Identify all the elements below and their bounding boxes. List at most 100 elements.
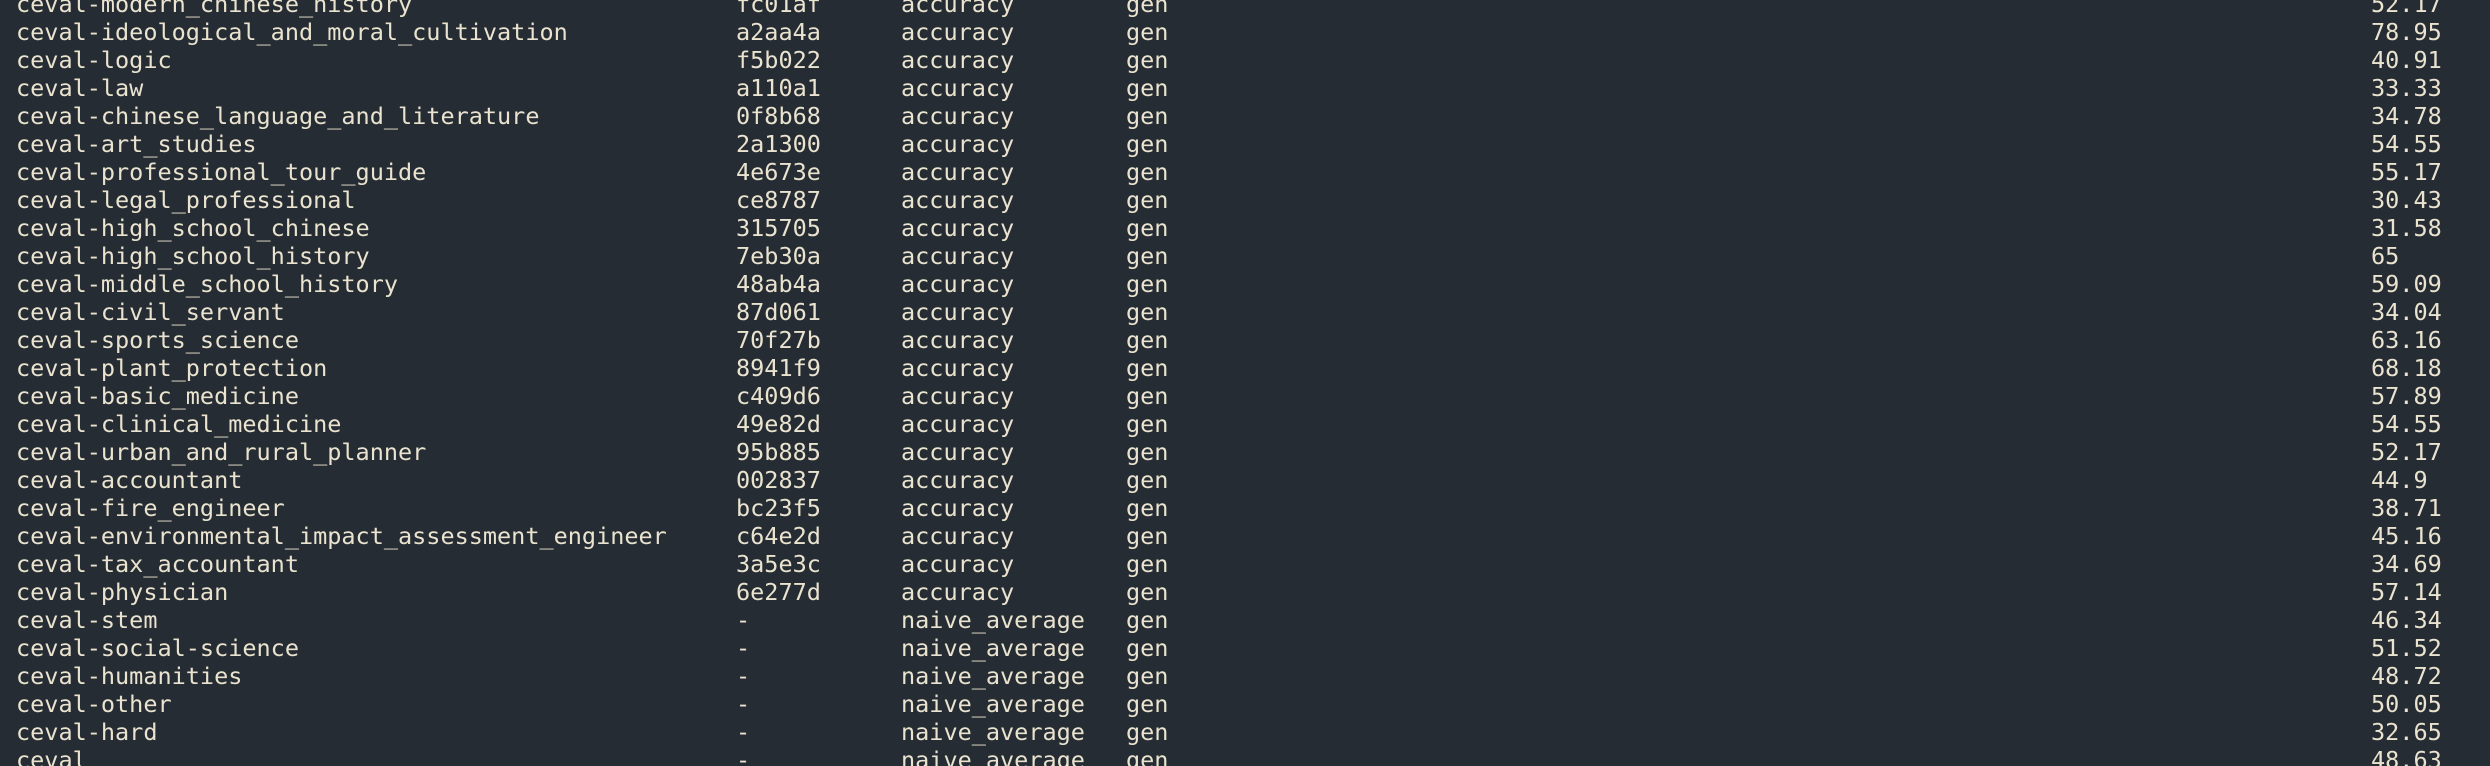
dataset-name: ceval-environmental_impact_assessment_en… bbox=[16, 522, 667, 550]
metric-name: accuracy bbox=[901, 186, 1015, 214]
score-value: 78.95 bbox=[2371, 18, 2442, 46]
dataset-name: ceval-legal_professional bbox=[16, 186, 356, 214]
metric-name: accuracy bbox=[901, 242, 1015, 270]
score-value: 65 bbox=[2371, 242, 2400, 270]
mode-name: gen bbox=[1126, 550, 1169, 578]
mode-name: gen bbox=[1126, 466, 1169, 494]
score-value: 48.72 bbox=[2371, 662, 2442, 690]
table-row: ceval-professional_tour_guide 4e673e accur… bbox=[16, 158, 2476, 186]
metric-name: accuracy bbox=[901, 18, 1015, 46]
table-row: ceval-environmental_impact_assessment_en… bbox=[16, 522, 2476, 550]
mode-name: gen bbox=[1126, 46, 1169, 74]
metric-name: naive_average bbox=[901, 690, 1085, 718]
dataset-name: ceval-accountant bbox=[16, 466, 243, 494]
score-value: 34.69 bbox=[2371, 550, 2442, 578]
dataset-name: ceval-plant_protection bbox=[16, 354, 328, 382]
mode-name: gen bbox=[1126, 662, 1169, 690]
metric-name: accuracy bbox=[901, 74, 1015, 102]
dataset-name: ceval-professional_tour_guide bbox=[16, 158, 427, 186]
mode-name: gen bbox=[1126, 102, 1169, 130]
dataset-version: 8941f9 bbox=[736, 354, 821, 382]
metric-name: accuracy bbox=[901, 298, 1015, 326]
score-value: 55.17 bbox=[2371, 158, 2442, 186]
mode-name: gen bbox=[1126, 186, 1169, 214]
metric-name: naive_average bbox=[901, 634, 1085, 662]
dataset-version: 95b885 bbox=[736, 438, 821, 466]
metric-name: accuracy bbox=[901, 578, 1015, 606]
dataset-name: ceval-basic_medicine bbox=[16, 382, 299, 410]
metric-name: naive_average bbox=[901, 718, 1085, 746]
metric-name: accuracy bbox=[901, 102, 1015, 130]
dataset-name: ceval-clinical_medicine bbox=[16, 410, 342, 438]
dataset-version: 002837 bbox=[736, 466, 821, 494]
metric-name: naive_average bbox=[901, 662, 1085, 690]
metric-name: accuracy bbox=[901, 130, 1015, 158]
mode-name: gen bbox=[1126, 270, 1169, 298]
mode-name: gen bbox=[1126, 522, 1169, 550]
table-row: ceval-modern_chinese_history fc01af accura… bbox=[16, 0, 2476, 18]
score-value: 32.65 bbox=[2371, 718, 2442, 746]
mode-name: gen bbox=[1126, 690, 1169, 718]
score-value: 54.55 bbox=[2371, 410, 2442, 438]
dataset-version: fc01af bbox=[736, 0, 821, 18]
table-row: ceval-logic f5b022 accuracy gen 40.91 bbox=[16, 46, 2476, 74]
score-value: 52.17 bbox=[2371, 0, 2442, 18]
table-row: ceval-plant_protection 8941f9 accuracy gen 6… bbox=[16, 354, 2476, 382]
results-table: ceval-modern_chinese_history fc01af accura… bbox=[16, 0, 2476, 766]
dataset-version: 48ab4a bbox=[736, 270, 821, 298]
score-value: 33.33 bbox=[2371, 74, 2442, 102]
mode-name: gen bbox=[1126, 634, 1169, 662]
dataset-version: 7eb30a bbox=[736, 242, 821, 270]
dataset-version: - bbox=[736, 718, 751, 746]
table-row: ceval-high_school_chinese 315705 accuracy g… bbox=[16, 214, 2476, 242]
dataset-name: ceval-tax_accountant bbox=[16, 550, 299, 578]
dataset-version: 87d061 bbox=[736, 298, 821, 326]
table-row: ceval-legal_professional ce8787 accuracy ge… bbox=[16, 186, 2476, 214]
dataset-version: 3a5e3c bbox=[736, 550, 821, 578]
score-value: 44.9 bbox=[2371, 466, 2428, 494]
dataset-version: 49e82d bbox=[736, 410, 821, 438]
metric-name: accuracy bbox=[901, 550, 1015, 578]
score-value: 54.55 bbox=[2371, 130, 2442, 158]
metric-name: accuracy bbox=[901, 466, 1015, 494]
mode-name: gen bbox=[1126, 326, 1169, 354]
mode-name: gen bbox=[1126, 214, 1169, 242]
mode-name: gen bbox=[1126, 242, 1169, 270]
dataset-name: ceval-art_studies bbox=[16, 130, 257, 158]
dataset-name: ceval-law bbox=[16, 74, 144, 102]
score-value: 51.52 bbox=[2371, 634, 2442, 662]
dataset-version: bc23f5 bbox=[736, 494, 821, 522]
mode-name: gen bbox=[1126, 74, 1169, 102]
dataset-version: 6e277d bbox=[736, 578, 821, 606]
score-value: 34.04 bbox=[2371, 298, 2442, 326]
table-row: ceval-physician 6e277d accuracy gen 57.14 bbox=[16, 578, 2476, 606]
dataset-version: 2a1300 bbox=[736, 130, 821, 158]
table-row: ceval-accountant 002837 accuracy gen 44.9 bbox=[16, 466, 2476, 494]
metric-name: accuracy bbox=[901, 0, 1015, 18]
mode-name: gen bbox=[1126, 410, 1169, 438]
dataset-version: c64e2d bbox=[736, 522, 821, 550]
dataset-version: - bbox=[736, 606, 751, 634]
metric-name: accuracy bbox=[901, 382, 1015, 410]
score-value: 59.09 bbox=[2371, 270, 2442, 298]
score-value: 40.91 bbox=[2371, 46, 2442, 74]
table-row: ceval-chinese_language_and_literature 0f8… bbox=[16, 102, 2476, 130]
metric-name: naive_average bbox=[901, 746, 1085, 766]
dataset-name: ceval-logic bbox=[16, 46, 172, 74]
metric-name: accuracy bbox=[901, 270, 1015, 298]
table-row: ceval-clinical_medicine 49e82d accuracy gen… bbox=[16, 410, 2476, 438]
mode-name: gen bbox=[1126, 18, 1169, 46]
dataset-version: - bbox=[736, 746, 751, 766]
dataset-name: ceval-urban_and_rural_planner bbox=[16, 438, 427, 466]
terminal-window[interactable]: ceval-modern_chinese_history fc01af accura… bbox=[0, 0, 2490, 766]
dataset-name: ceval-humanities bbox=[16, 662, 243, 690]
score-value: 68.18 bbox=[2371, 354, 2442, 382]
score-value: 50.05 bbox=[2371, 690, 2442, 718]
dataset-name: ceval-fire_engineer bbox=[16, 494, 285, 522]
metric-name: accuracy bbox=[901, 410, 1015, 438]
table-row: ceval-art_studies 2a1300 accuracy gen 54.55 bbox=[16, 130, 2476, 158]
dataset-version: - bbox=[736, 690, 751, 718]
dataset-version: a110a1 bbox=[736, 74, 821, 102]
dataset-version: - bbox=[736, 662, 751, 690]
dataset-name: ceval-middle_school_history bbox=[16, 270, 399, 298]
